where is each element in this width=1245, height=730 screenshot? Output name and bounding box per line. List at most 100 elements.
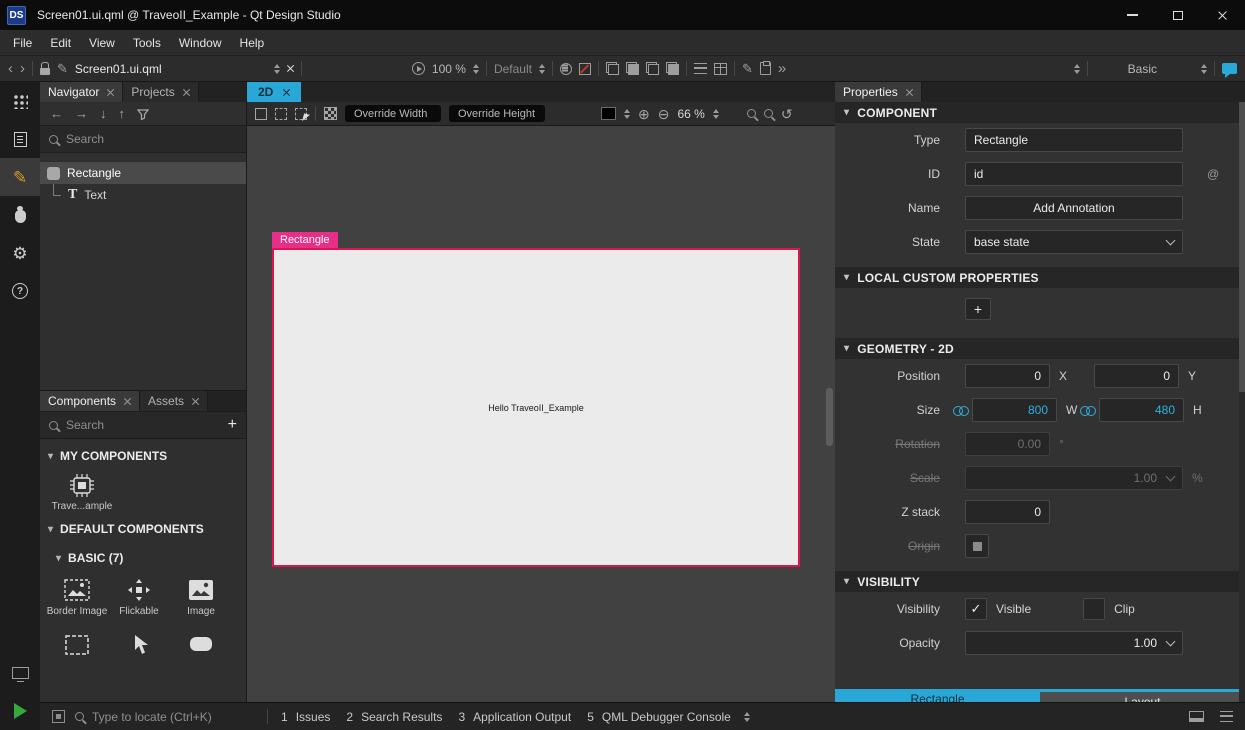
properties-scrollbar[interactable] — [1239, 102, 1245, 702]
menu-lines-icon[interactable] — [1220, 711, 1233, 722]
tree-item-rectangle[interactable]: Rectangle — [40, 162, 246, 184]
run-project-button[interactable] — [0, 692, 40, 730]
forward-button[interactable]: › — [20, 61, 25, 76]
preview-zoom-stepper[interactable] — [473, 64, 479, 74]
bottom-tab-rectangle[interactable]: Rectangle — [835, 689, 1040, 702]
origin-button[interactable] — [965, 534, 989, 558]
duplicate-icon[interactable] — [646, 62, 659, 75]
kit-selector[interactable]: Default — [494, 62, 532, 76]
select-tool-icon[interactable] — [255, 108, 267, 120]
menu-file[interactable]: File — [4, 32, 41, 54]
feedback-bubble-icon[interactable] — [1222, 63, 1237, 74]
close-tab-icon[interactable] — [192, 398, 199, 405]
type-field[interactable]: Rectangle — [965, 128, 1183, 152]
bottom-tab-layout[interactable]: Layout — [1040, 689, 1245, 702]
lock-icon[interactable] — [40, 68, 50, 75]
component-item-border-image[interactable]: Border Image — [46, 578, 108, 617]
pane-issues[interactable]: 1 Issues — [278, 710, 333, 724]
tab-components[interactable]: Components — [40, 391, 140, 411]
add-annotation-button[interactable]: Add Annotation — [965, 196, 1183, 220]
clip-checkbox[interactable] — [1083, 598, 1105, 620]
filter-icon[interactable] — [137, 108, 149, 120]
tab-projects[interactable]: Projects — [123, 82, 198, 102]
style-selector[interactable]: Basic — [1128, 62, 1157, 76]
menu-window[interactable]: Window — [170, 32, 231, 54]
pane-qml-debugger-console[interactable]: 5 QML Debugger Console — [584, 710, 734, 724]
back-button[interactable]: ‹ — [8, 61, 13, 76]
scrollbar-handle[interactable] — [1239, 102, 1245, 392]
section-my-components[interactable]: ▾ MY COMPONENTS — [40, 439, 246, 468]
live-preview-button[interactable] — [0, 654, 40, 692]
clear-override-icon[interactable] — [579, 63, 591, 75]
toolbar-overflow-button[interactable]: » — [778, 61, 786, 76]
list-view-icon[interactable] — [694, 63, 707, 74]
close-tab-icon[interactable] — [183, 89, 190, 96]
tree-item-text[interactable]: T Text — [40, 184, 246, 206]
section-geometry-2d[interactable]: ▾ GEOMETRY - 2D — [835, 338, 1245, 359]
move-down-button[interactable]: ↓ — [100, 106, 107, 121]
state-dropdown[interactable]: base state — [965, 230, 1183, 254]
move-up-button[interactable]: ↑ — [119, 106, 126, 121]
id-field[interactable]: id — [965, 162, 1183, 186]
document-stepper[interactable] — [274, 64, 280, 74]
add-module-button[interactable]: + — [228, 417, 237, 433]
mode-welcome-button[interactable] — [0, 82, 40, 120]
menu-edit[interactable]: Edit — [41, 32, 80, 54]
locator-input[interactable]: Type to locate (Ctrl+K) — [75, 710, 257, 724]
annotation-at-icon[interactable]: @ — [1207, 167, 1219, 181]
run-preview-icon[interactable] — [412, 62, 425, 75]
scale-dropdown[interactable]: 1.00 — [965, 466, 1183, 490]
canvas-vertical-scrollbar[interactable] — [826, 388, 833, 446]
move-left-button[interactable]: ← — [50, 106, 63, 121]
override-height-input[interactable]: Override Height — [449, 105, 545, 122]
position-y-field[interactable]: 0 — [1094, 364, 1179, 388]
artboard-tag[interactable]: Rectangle — [272, 232, 338, 249]
annotation-icon[interactable]: ✎ — [742, 62, 753, 75]
menu-view[interactable]: View — [80, 32, 124, 54]
close-tab-icon[interactable] — [283, 89, 290, 96]
artboard-rectangle[interactable]: Hello TraveoII_Example — [272, 248, 800, 567]
size-height-field[interactable]: 480 — [1099, 398, 1184, 422]
close-tab-icon[interactable] — [107, 89, 114, 96]
marquee-tool-icon[interactable] — [275, 108, 287, 120]
zoom-out-icon[interactable]: ⊖ — [658, 107, 670, 121]
preview-zoom-value[interactable]: 100 % — [432, 62, 466, 76]
menu-help[interactable]: Help — [231, 32, 274, 54]
override-width-input[interactable]: Override Width — [345, 105, 441, 122]
size-width-field[interactable]: 800 — [972, 398, 1057, 422]
pane-application-output[interactable]: 3 Application Output — [455, 710, 574, 724]
link-icon[interactable] — [1080, 406, 1096, 415]
add-property-button[interactable]: + — [965, 298, 991, 320]
component-item-flickable[interactable]: Flickable — [108, 578, 170, 617]
paste-icon[interactable] — [626, 62, 639, 75]
opacity-dropdown[interactable]: 1.00 — [965, 631, 1183, 655]
reset-view-icon[interactable]: ↺ — [781, 107, 793, 121]
mode-edit-button[interactable] — [0, 120, 40, 158]
swatch-stepper[interactable] — [624, 109, 630, 119]
component-item-cursor[interactable] — [108, 633, 170, 657]
menu-tools[interactable]: Tools — [124, 32, 170, 54]
close-document-icon[interactable] — [287, 65, 294, 72]
mode-debug-button[interactable] — [0, 196, 40, 234]
rotation-field[interactable]: 0.00 — [965, 432, 1050, 456]
anchor-icon[interactable] — [560, 63, 572, 75]
move-right-button[interactable]: → — [75, 106, 88, 121]
open-document-selector[interactable]: Screen01.ui.qml — [75, 62, 280, 76]
section-visibility[interactable]: ▾ VISIBILITY — [835, 571, 1245, 592]
tab-properties[interactable]: Properties — [835, 82, 922, 102]
hidden-selector-stepper[interactable] — [1074, 64, 1080, 74]
edit-file-icon[interactable]: ✎ — [57, 62, 68, 75]
canvas-viewport[interactable]: Rectangle Hello TraveoII_Example — [247, 126, 835, 702]
section-component[interactable]: ▾ COMPONENT — [835, 102, 1245, 123]
tab-2d[interactable]: 2D — [247, 82, 301, 102]
component-item-outline-rect[interactable] — [46, 633, 108, 657]
style-stepper[interactable] — [1201, 64, 1207, 74]
zoom-in-icon[interactable]: ⊕ — [638, 107, 650, 121]
mode-help-button[interactable]: ? — [0, 272, 40, 310]
copy-icon[interactable] — [606, 62, 619, 75]
minimize-button[interactable] — [1110, 0, 1155, 30]
maximize-button[interactable] — [1155, 0, 1200, 30]
link-icon[interactable] — [953, 406, 969, 415]
component-item-rounded-rect[interactable] — [170, 633, 232, 657]
mode-tools-button[interactable]: ⚙ — [0, 234, 40, 272]
